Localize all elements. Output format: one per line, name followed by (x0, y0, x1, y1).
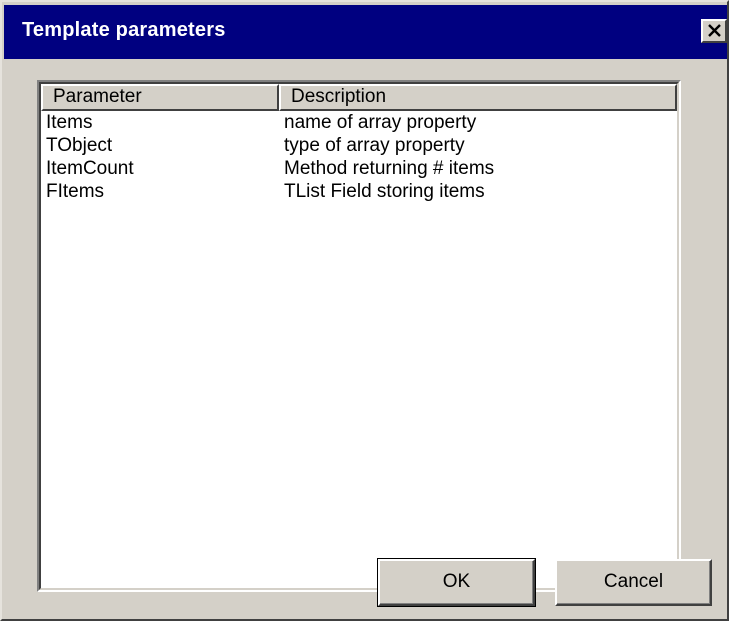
column-header-parameter[interactable]: Parameter (41, 84, 279, 111)
close-icon (708, 24, 721, 37)
list-header: Parameter Description (41, 84, 677, 111)
description-cell: Method returning # items (284, 158, 495, 179)
description-cell: type of array property (284, 135, 465, 156)
close-button[interactable] (701, 19, 727, 43)
cancel-button-bevel (557, 561, 710, 604)
parameter-cell: TObject (46, 135, 113, 156)
ok-button-bevel (380, 561, 533, 604)
parameter-cell: Items (46, 112, 93, 133)
list-row[interactable]: Items name of array property (41, 111, 677, 134)
ok-button[interactable]: OK (377, 558, 536, 607)
template-parameters-dialog: Template parameters Parameter Descriptio… (0, 0, 729, 621)
list-row[interactable]: FItems TList Field storing items (41, 180, 677, 203)
list-body: Items name of array property TObject typ… (41, 111, 677, 203)
description-cell: name of array property (284, 112, 477, 133)
list-row[interactable]: ItemCount Method returning # items (41, 157, 677, 180)
parameters-list[interactable]: Parameter Description Items name of arra… (39, 82, 679, 590)
title-bar[interactable]: Template parameters (4, 5, 727, 59)
dialog-title: Template parameters (22, 19, 226, 41)
parameter-cell: FItems (46, 181, 105, 202)
description-cell: TList Field storing items (284, 181, 485, 202)
list-row[interactable]: TObject type of array property (41, 134, 677, 157)
column-header-description[interactable]: Description (279, 84, 677, 111)
cancel-button[interactable]: Cancel (555, 559, 712, 606)
parameters-list-frame: Parameter Description Items name of arra… (37, 80, 681, 592)
parameter-cell: ItemCount (46, 158, 134, 179)
